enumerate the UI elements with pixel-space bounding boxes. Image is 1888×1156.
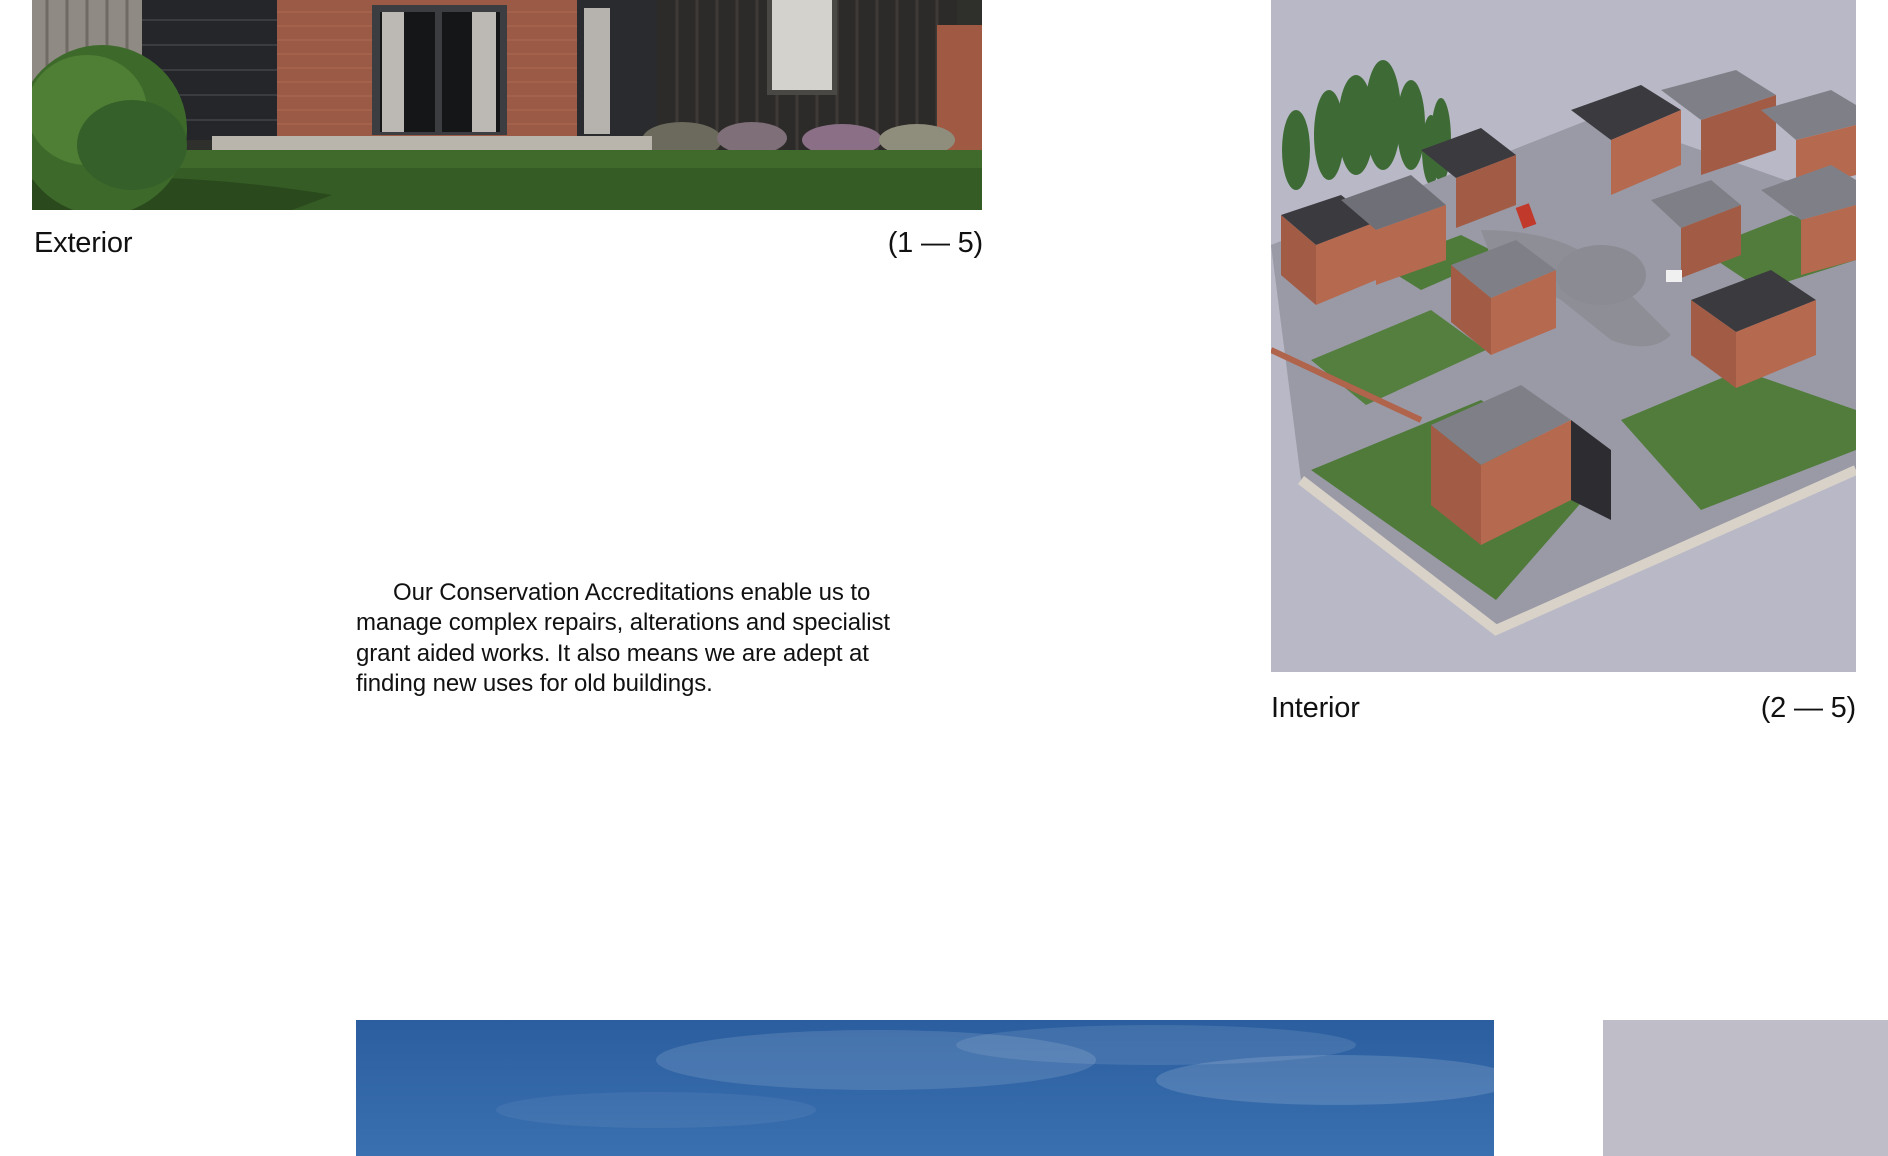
sky-image[interactable]: [356, 1020, 1494, 1156]
exterior-house-illustration: [32, 0, 982, 210]
interior-aerial-image[interactable]: [1271, 0, 1856, 672]
aerial-development-illustration: [1271, 0, 1856, 672]
interior-caption-counter: (2 — 5): [1760, 692, 1856, 724]
next-gallery-image[interactable]: [1603, 1020, 1888, 1156]
sky-illustration: [356, 1020, 1494, 1156]
interior-caption-title: Interior: [1271, 692, 1360, 724]
intro-paragraph: Our Conservation Accreditations enable u…: [356, 579, 890, 697]
exterior-house-image[interactable]: [32, 0, 982, 210]
exterior-caption-counter: (1 — 5): [887, 227, 983, 259]
exterior-caption-title: Exterior: [34, 227, 133, 259]
